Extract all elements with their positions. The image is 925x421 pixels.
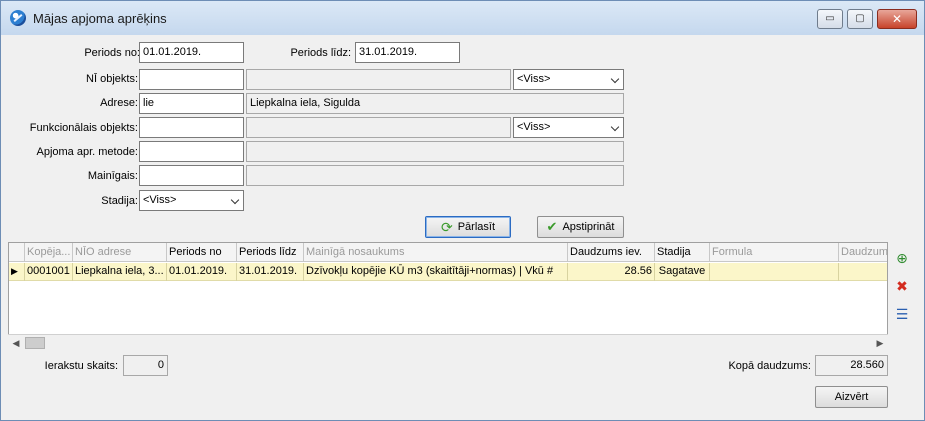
table-cell: 01.01.2019. <box>167 263 237 281</box>
refresh-icon: ⟳ <box>440 218 453 235</box>
checkmark-icon: ✔ <box>546 219 558 234</box>
method-label: Apjoma apr. metode: <box>36 146 138 158</box>
total-quantity-value: 28.560 <box>815 355 888 376</box>
func-object-label: Funkcionālais objekts: <box>29 122 138 134</box>
table-cell: 0001001 <box>25 263 73 281</box>
table-cell: 31.01.2019. <box>237 263 304 281</box>
table-cell: Dzīvokļu kopējie KŪ m3 (skaitītāji+norma… <box>304 263 568 281</box>
export-list-icon[interactable]: ☰ <box>893 305 911 323</box>
window-title: Mājas apjoma aprēķins <box>33 11 167 26</box>
variable-input[interactable] <box>139 165 244 186</box>
confirm-button-label: Apstiprināt <box>562 221 615 233</box>
minimize-button[interactable]: ▭ <box>817 9 843 29</box>
period-to-label: Periods līdz: <box>290 47 351 59</box>
method-description <box>246 141 624 162</box>
func-object-filter-select[interactable]: <Viss> <box>513 117 624 138</box>
horizontal-scrollbar[interactable]: ◀ ▶ <box>8 334 888 350</box>
delete-icon[interactable]: ✖ <box>893 277 911 295</box>
table-cell <box>839 263 887 281</box>
period-to-input[interactable]: 31.01.2019. <box>355 42 460 63</box>
table-cell: 28.56 <box>568 263 655 281</box>
column-header[interactable]: Mainīgā nosaukums <box>304 243 568 262</box>
scroll-thumb[interactable] <box>25 337 45 349</box>
scroll-left-icon[interactable]: ◀ <box>8 335 24 351</box>
confirm-button[interactable]: ✔ Apstiprināt <box>537 216 624 238</box>
stage-select-value: <Viss> <box>143 194 177 206</box>
period-from-label: Periods no: <box>84 47 140 59</box>
close-button-label: Aizvērt <box>834 391 869 403</box>
column-header[interactable]: Stadija <box>655 243 710 262</box>
period-from-input[interactable]: 01.01.2019. <box>139 42 244 63</box>
form-content: Periods no: 01.01.2019. Periods līdz: 31… <box>8 35 918 415</box>
grid-header: Kopēja... NĪO adrese Periods no Periods … <box>9 243 887 262</box>
title-bar: Mājas apjoma aprēķins ▭ ▢ ✕ <box>1 1 924 35</box>
column-header[interactable]: Daudzums <box>839 243 887 262</box>
stage-label: Stadija: <box>101 195 138 207</box>
column-header[interactable]: NĪO adrese <box>73 243 167 262</box>
app-logo-icon <box>10 10 26 26</box>
close-window-button[interactable]: ✕ <box>877 9 917 29</box>
table-row[interactable]: ▶ 0001001 Liepkalna iela, 3... 01.01.201… <box>9 263 887 281</box>
close-button[interactable]: Aizvērt <box>815 386 888 408</box>
method-input[interactable] <box>139 141 244 162</box>
ni-object-description <box>246 69 511 90</box>
reload-button-label: Pārlasīt <box>457 221 496 233</box>
chevron-down-icon <box>610 122 620 132</box>
table-cell <box>710 263 839 281</box>
column-header[interactable]: Periods līdz <box>237 243 304 262</box>
row-pointer-icon: ▶ <box>9 263 25 281</box>
column-header[interactable]: Formula <box>710 243 839 262</box>
func-object-description <box>246 117 511 138</box>
chevron-down-icon <box>230 195 240 205</box>
grid-header-indicator <box>9 243 25 262</box>
table-cell: Sagatave <box>655 263 710 281</box>
variable-description <box>246 165 624 186</box>
address-description: Liepkalna iela, Sigulda <box>246 93 624 114</box>
ni-object-filter-value: <Viss> <box>517 73 551 85</box>
reload-button[interactable]: ⟳ Pārlasīt <box>425 216 511 238</box>
ni-object-input[interactable] <box>139 69 244 90</box>
ni-object-filter-select[interactable]: <Viss> <box>513 69 624 90</box>
main-window: Mājas apjoma aprēķins ▭ ▢ ✕ Periods no: … <box>0 0 925 421</box>
func-object-filter-value: <Viss> <box>517 121 551 133</box>
table-cell: Liepkalna iela, 3... <box>73 263 167 281</box>
column-header[interactable]: Kopēja... <box>25 243 73 262</box>
column-header[interactable]: Periods no <box>167 243 237 262</box>
address-input[interactable]: lie <box>139 93 244 114</box>
address-label: Adrese: <box>100 97 138 109</box>
records-count-label: Ierakstu skaits: <box>44 360 118 372</box>
func-object-input[interactable] <box>139 117 244 138</box>
stage-select[interactable]: <Viss> <box>139 190 244 211</box>
column-header[interactable]: Daudzums iev. <box>568 243 655 262</box>
maximize-button[interactable]: ▢ <box>847 9 873 29</box>
scroll-right-icon[interactable]: ▶ <box>872 335 888 351</box>
variable-label: Mainīgais: <box>87 170 138 182</box>
records-count-value: 0 <box>123 355 168 376</box>
ni-object-label: NĪ objekts: <box>86 73 138 85</box>
chevron-down-icon <box>610 74 620 84</box>
total-quantity-label: Kopā daudzums: <box>728 360 811 372</box>
add-record-icon[interactable]: ⊕ <box>893 249 911 267</box>
